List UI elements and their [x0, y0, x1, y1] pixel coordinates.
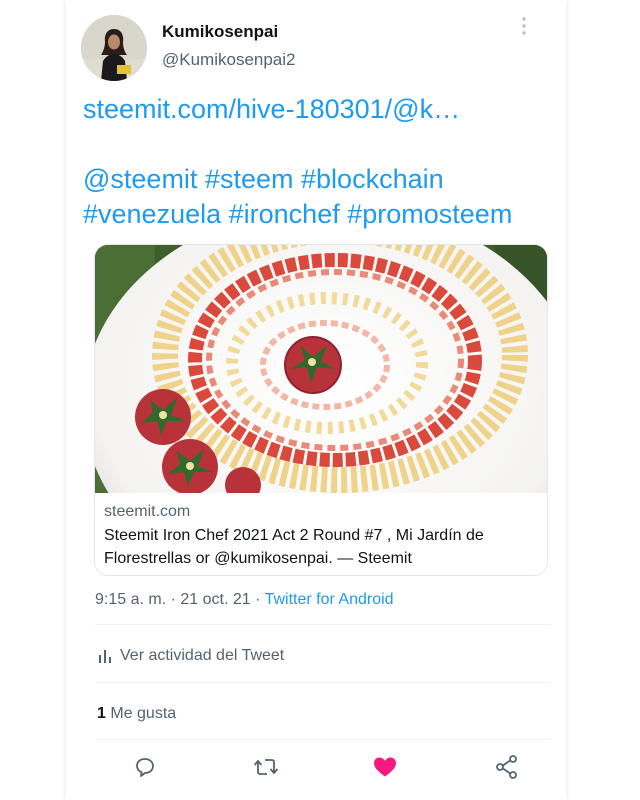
tweet-text: steemit.com/hive-180301/@k… @steemit #st…	[83, 92, 553, 232]
link-preview-meta: steemit.com Steemit Iron Chef 2021 Act 2…	[104, 502, 540, 570]
username[interactable]: @Kumikosenpai2	[162, 50, 296, 70]
hashtag-line-2: #venezuela #ironchef #promosteem	[83, 197, 553, 232]
client-link[interactable]: Twitter for Android	[265, 591, 394, 608]
like-button[interactable]	[370, 752, 400, 782]
divider	[95, 682, 551, 683]
tweet-link[interactable]: steemit.com/hive-180301/@k…	[83, 92, 553, 127]
link-title: Steemit Iron Chef 2021 Act 2 Round #7 , …	[104, 527, 484, 567]
likes-count: 1	[97, 705, 106, 722]
hashtag-promosteem[interactable]: #promosteem	[347, 199, 512, 229]
timestamp-row: 9:15 a. m. · 21 oct. 21 · Twitter for An…	[95, 591, 394, 609]
link-domain: steemit.com	[104, 503, 191, 520]
display-name[interactable]: Kumikosenpai	[162, 22, 278, 42]
retweet-button[interactable]	[251, 752, 281, 782]
retweet-icon	[253, 759, 279, 775]
share-icon	[496, 755, 517, 779]
more-options-icon[interactable]	[512, 14, 536, 38]
view-activity-button[interactable]: Ver actividad del Tweet	[98, 647, 284, 665]
divider	[95, 624, 551, 625]
avatar[interactable]	[81, 15, 147, 81]
likes-label: Me gusta	[110, 705, 177, 722]
hashtag-blockchain[interactable]: #blockchain	[301, 164, 444, 194]
hashtag-venezuela[interactable]: #venezuela	[83, 199, 221, 229]
hashtag-steem[interactable]: #steem	[205, 164, 294, 194]
likes-row[interactable]: 1 Me gusta	[97, 705, 176, 723]
analytics-icon	[99, 650, 111, 663]
reply-icon	[136, 758, 154, 777]
view-activity-label: Ver actividad del Tweet	[120, 647, 285, 664]
tweet-time[interactable]: 9:15 a. m.	[95, 591, 166, 608]
share-button[interactable]	[492, 752, 522, 782]
tweet-date[interactable]: 21 oct. 21	[180, 591, 250, 608]
separator: ·	[170, 591, 176, 608]
reply-button[interactable]	[130, 752, 160, 782]
tweet-card: Kumikosenpai @Kumikosenpai2 steemit.com/…	[66, 0, 566, 800]
like-icon	[374, 757, 396, 777]
separator: ·	[255, 591, 261, 608]
mention-steemit[interactable]: @steemit	[83, 164, 197, 194]
screenshot-page: Kumikosenpai @Kumikosenpai2 steemit.com/…	[0, 0, 640, 800]
link-preview-card[interactable]: steemit.com Steemit Iron Chef 2021 Act 2…	[94, 244, 548, 576]
hashtag-line-1: @steemit #steem #blockchain	[83, 162, 553, 197]
divider	[95, 739, 551, 740]
avatar-image	[81, 15, 147, 81]
hashtag-ironchef[interactable]: #ironchef	[229, 199, 340, 229]
action-bar	[66, 748, 566, 784]
link-preview-image	[95, 245, 547, 575]
